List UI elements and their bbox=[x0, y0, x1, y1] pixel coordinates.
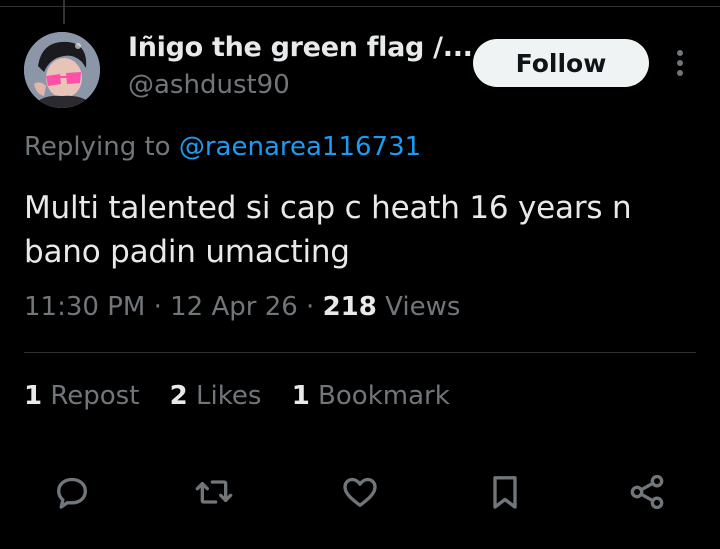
share-icon bbox=[630, 474, 664, 510]
likes-count: 2 bbox=[169, 381, 188, 411]
reply-button[interactable] bbox=[50, 470, 94, 514]
user-handle[interactable]: @ashdust90 bbox=[128, 70, 290, 100]
views-label: Views bbox=[376, 292, 461, 322]
tweet-meta: 11:30 PM · 12 Apr 26 · 218 Views bbox=[24, 292, 460, 322]
avatar-image bbox=[24, 32, 100, 108]
meta-separator: · bbox=[145, 292, 171, 322]
likes-stat[interactable]: 2 Likes bbox=[170, 381, 262, 411]
repost-icon bbox=[195, 480, 233, 504]
reply-icon bbox=[57, 477, 88, 509]
bookmark-button[interactable] bbox=[483, 470, 527, 514]
more-dot bbox=[677, 70, 683, 76]
replying-prefix: Replying to bbox=[24, 132, 179, 162]
action-bar bbox=[0, 470, 720, 514]
reposts-label: Repost bbox=[42, 381, 140, 411]
views-count: 218 bbox=[322, 292, 377, 322]
display-name[interactable]: Iñigo the green flag /... bbox=[128, 32, 473, 63]
meta-separator: · bbox=[297, 292, 323, 322]
bookmark-icon bbox=[493, 476, 517, 509]
bookmarks-stat[interactable]: 1 Bookmark bbox=[292, 381, 450, 411]
more-dot bbox=[677, 60, 683, 66]
tweet-date[interactable]: 12 Apr 26 bbox=[170, 292, 298, 322]
bookmarks-label: Bookmark bbox=[309, 381, 450, 411]
bookmarks-count: 1 bbox=[291, 381, 310, 411]
top-divider bbox=[0, 6, 720, 7]
stats-divider bbox=[24, 352, 696, 353]
like-button[interactable] bbox=[338, 470, 382, 514]
more-dot bbox=[677, 50, 683, 56]
thread-connector-line bbox=[63, 0, 65, 24]
reply-mention-link[interactable]: @raenarea116731 bbox=[179, 132, 421, 162]
more-options-icon[interactable] bbox=[668, 47, 692, 81]
tweet-time[interactable]: 11:30 PM bbox=[24, 292, 145, 322]
reposts-stat[interactable]: 1 Repost bbox=[24, 381, 139, 411]
repost-button[interactable] bbox=[192, 470, 236, 514]
like-icon bbox=[343, 477, 377, 507]
follow-button[interactable]: Follow bbox=[473, 39, 649, 87]
replying-to: Replying to @raenarea116731 bbox=[24, 132, 421, 162]
reposts-count: 1 bbox=[24, 381, 43, 411]
likes-label: Likes bbox=[187, 381, 262, 411]
avatar[interactable] bbox=[24, 32, 100, 108]
tweet-text: Multi talented si cap c heath 16 years n… bbox=[24, 190, 632, 270]
share-button[interactable] bbox=[625, 470, 669, 514]
engagement-stats: 1 Repost 2 Likes 1 Bookmark bbox=[24, 381, 472, 411]
